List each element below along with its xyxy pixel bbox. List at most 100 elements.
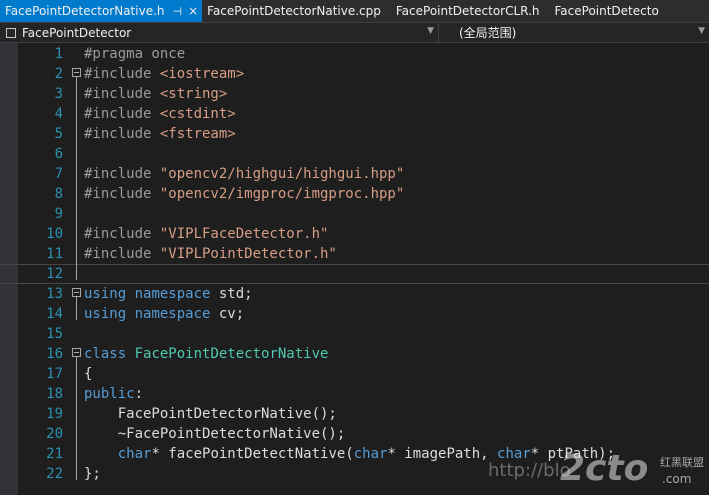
chevron-down-icon[interactable]: ▼: [427, 26, 434, 36]
code-token: #pragma once: [84, 46, 186, 62]
line-number: 15: [46, 326, 63, 342]
code-line[interactable]: 17 {: [0, 364, 709, 384]
code-line[interactable]: 16 class FacePointDetectorNative: [0, 344, 709, 364]
watermark-url: http://blo: [488, 460, 571, 481]
code-text: #include "opencv2/highgui/highgui.hpp": [84, 164, 404, 184]
code-token: FacePointDetectorNative: [134, 346, 329, 362]
tab-label: FacePointDetecto: [554, 4, 659, 18]
pin-icon[interactable]: ⊣: [173, 5, 183, 18]
code-text: using namespace cv;: [84, 304, 244, 324]
code-token: "opencv2/imgproc/imgproc.hpp": [159, 186, 405, 202]
line-number: 2: [54, 66, 63, 82]
code-text: {: [84, 364, 92, 384]
code-line[interactable]: 12: [0, 264, 709, 284]
tab-label: FacePointDetectorNative.h: [5, 4, 165, 18]
chevron-down-icon[interactable]: ▼: [698, 26, 705, 36]
code-line[interactable]: 8 #include "opencv2/imgproc/imgproc.hpp": [0, 184, 709, 204]
tab-1[interactable]: FacePointDetectorNative.cpp: [202, 0, 391, 22]
code-token: {: [84, 366, 93, 382]
code-line[interactable]: 2 #include <iostream>: [0, 64, 709, 84]
code-token: FacePointDetectorNative();: [84, 406, 337, 422]
code-token: #include: [84, 166, 160, 182]
line-number: 12: [46, 266, 63, 282]
code-text: #include "VIPLPointDetector.h": [84, 244, 337, 264]
code-editor[interactable]: 1 #pragma once 2 #include <iostream> 3 #inclu…: [0, 43, 709, 495]
code-token: ~FacePointDetectorNative();: [84, 426, 346, 442]
code-token: #include: [84, 246, 160, 262]
code-line[interactable]: 9: [0, 204, 709, 224]
line-number: 18: [46, 386, 63, 402]
code-line[interactable]: 7 #include "opencv2/highgui/highgui.hpp": [0, 164, 709, 184]
collapse-icon[interactable]: [72, 68, 81, 77]
code-text: #include <fstream>: [84, 124, 236, 144]
code-text: #include <string>: [84, 84, 227, 104]
code-token: <fstream>: [159, 126, 236, 142]
code-text: #include <cstdint>: [84, 104, 236, 124]
code-text: #include "opencv2/imgproc/imgproc.hpp": [84, 184, 404, 204]
outline-guide: [76, 297, 77, 320]
class-icon: [6, 27, 16, 38]
close-icon[interactable]: ×: [188, 4, 198, 18]
code-line[interactable]: 3 #include <string>: [0, 84, 709, 104]
collapse-icon[interactable]: [72, 288, 81, 297]
code-line[interactable]: 5 #include <fstream>: [0, 124, 709, 144]
line-number: 5: [54, 126, 63, 142]
code-line[interactable]: 1 #pragma once: [0, 44, 709, 64]
tab-3[interactable]: FacePointDetecto: [550, 0, 669, 22]
code-text: public:: [84, 384, 143, 404]
watermark-logo: 2cto: [560, 448, 649, 489]
code-line[interactable]: 6: [0, 144, 709, 164]
code-token: using: [84, 286, 127, 302]
code-text: using namespace std;: [84, 284, 253, 304]
line-number: 21: [46, 446, 63, 462]
code-line[interactable]: 14 using namespace cv;: [0, 304, 709, 324]
collapse-icon[interactable]: [72, 348, 81, 357]
code-text: #include "VIPLFaceDetector.h": [84, 224, 328, 244]
line-number: 17: [46, 366, 63, 382]
code-text: };: [84, 464, 101, 484]
document-tab-bar: FacePointDetectorNative.h ⊣ × FacePointDete…: [0, 0, 709, 22]
code-token: namespace: [134, 286, 211, 302]
scope-dropdown[interactable]: FacePointDetector ▼: [0, 23, 439, 42]
member-dropdown[interactable]: (全局范围) ▼: [439, 23, 709, 42]
code-token: public: [84, 386, 135, 402]
code-token: "VIPLPointDetector.h": [159, 246, 337, 262]
code-line[interactable]: 19 FacePointDetectorNative();: [0, 404, 709, 424]
line-number: 20: [46, 426, 63, 442]
code-token: class: [84, 346, 127, 362]
code-token: char: [353, 446, 388, 462]
line-number: 13: [46, 286, 63, 302]
code-token: #include: [84, 106, 160, 122]
code-line[interactable]: 4 #include <cstdint>: [0, 104, 709, 124]
code-text: class FacePointDetectorNative: [84, 344, 328, 364]
code-token: std;: [210, 286, 253, 302]
tab-2[interactable]: FacePointDetectorCLR.h: [391, 0, 550, 22]
tab-label: FacePointDetectorCLR.h: [395, 4, 540, 18]
code-line[interactable]: 18 public:: [0, 384, 709, 404]
code-line[interactable]: 15: [0, 324, 709, 344]
code-token: * imagePath,: [387, 446, 498, 462]
line-number: 14: [46, 306, 63, 322]
code-token: :: [134, 386, 144, 402]
code-token: namespace: [134, 306, 211, 322]
line-number: 22: [46, 466, 63, 482]
code-text: #pragma once: [84, 44, 185, 64]
code-line[interactable]: 13 using namespace std;: [0, 284, 709, 304]
tab-0[interactable]: FacePointDetectorNative.h ⊣ ×: [0, 0, 203, 22]
watermark-cn: 红黑联盟: [660, 456, 704, 469]
code-text: #include <iostream>: [84, 64, 244, 84]
code-token: using: [84, 306, 127, 322]
scope-dropdown-label: FacePointDetector: [22, 25, 132, 40]
code-text: ~FacePointDetectorNative();: [84, 424, 346, 444]
code-line[interactable]: 10 #include "VIPLFaceDetector.h": [0, 224, 709, 244]
code-line[interactable]: 11 #include "VIPLPointDetector.h": [0, 244, 709, 264]
code-line[interactable]: 20 ~FacePointDetectorNative();: [0, 424, 709, 444]
code-token: char: [117, 446, 152, 462]
code-token: #include: [84, 186, 160, 202]
code-token: #include: [84, 66, 160, 82]
watermark-com: .com: [662, 472, 692, 486]
